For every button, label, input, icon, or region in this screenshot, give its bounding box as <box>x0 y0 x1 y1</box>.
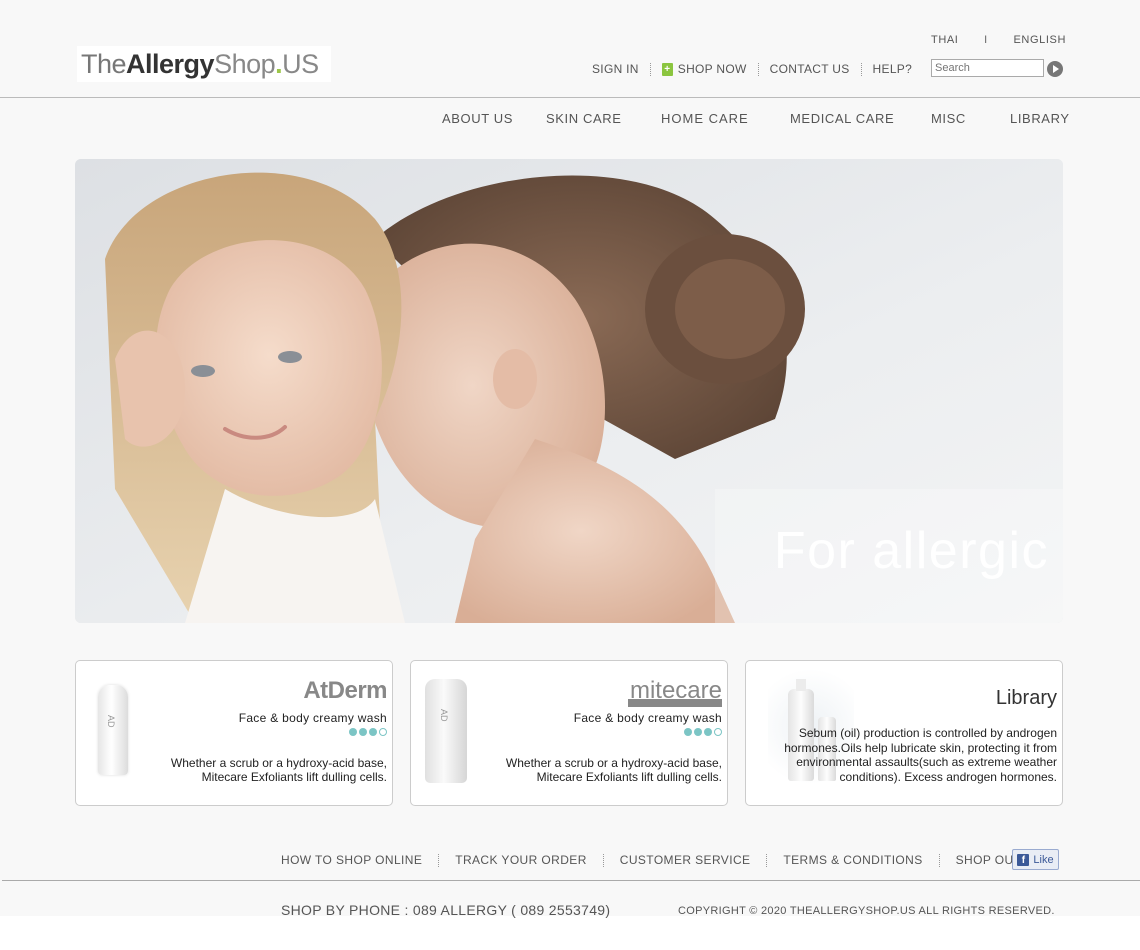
divider <box>766 853 768 867</box>
shopping-bag-icon: + <box>661 62 673 76</box>
facebook-like-button[interactable]: f Like <box>1012 849 1059 870</box>
rating-dots <box>684 728 722 736</box>
rating-dot-filled <box>694 728 702 736</box>
nav-home-care[interactable]: HOME CARE <box>661 111 749 126</box>
lang-english-link[interactable]: ENGLISH <box>1014 34 1067 46</box>
rating-dots <box>349 728 387 736</box>
divider <box>757 62 759 76</box>
nav-skin-care[interactable]: SKIN CARE <box>546 111 621 126</box>
library-description: Sebum (oil) production is controlled by … <box>784 726 1057 784</box>
search-go-icon[interactable] <box>1047 61 1063 77</box>
footer-band <box>0 916 1140 950</box>
help-link[interactable]: HELP? <box>873 62 913 76</box>
logo-text: Allergy <box>126 48 215 79</box>
product-description: Whether a scrub or a hydroxy-acid base, … <box>492 756 722 784</box>
rating-dot-filled <box>684 728 692 736</box>
logo-dot: . <box>275 48 283 79</box>
product-tube-image: AD <box>425 679 467 783</box>
footer-divider <box>2 880 1140 881</box>
library-card[interactable]: Library Sebum (oil) production is contro… <box>745 660 1063 806</box>
footer-how-to-shop-link[interactable]: HOW TO SHOP ONLINE <box>281 853 422 867</box>
footer-terms-link[interactable]: TERMS & CONDITIONS <box>783 853 922 867</box>
desc-line: Mitecare Exfoliants lift dulling cells. <box>536 770 722 784</box>
nav-about-us[interactable]: ABOUT US <box>442 111 513 126</box>
divider <box>649 62 651 76</box>
rating-dot-filled <box>704 728 712 736</box>
divider <box>602 853 604 867</box>
tube-label: AD <box>106 715 116 728</box>
like-label: Like <box>1033 853 1054 866</box>
footer-nav: HOW TO SHOP ONLINE TRACK YOUR ORDER CUST… <box>281 853 1052 867</box>
shop-now-label: SHOP NOW <box>677 62 747 76</box>
brand-sub-banner <box>628 699 722 707</box>
rating-dot-empty <box>714 728 722 736</box>
footer-customer-service-link[interactable]: CUSTOMER SERVICE <box>620 853 751 867</box>
shop-by-phone: SHOP BY PHONE : 089 ALLERGY ( 089 255374… <box>281 902 611 918</box>
product-card-mitecare[interactable]: AD mitecare Face & body creamy wash Whet… <box>410 660 728 806</box>
hero-banner[interactable]: For allergic <box>75 159 1063 623</box>
sign-in-link[interactable]: SIGN IN <box>592 62 639 76</box>
rating-dot-empty <box>379 728 387 736</box>
lang-thai-link[interactable]: THAI <box>931 34 958 46</box>
logo-text: The <box>81 48 127 79</box>
footer-track-order-link[interactable]: TRACK YOUR ORDER <box>455 853 587 867</box>
desc-line: Whether a scrub or a hydroxy-acid base, <box>170 756 387 770</box>
divider <box>938 853 940 867</box>
copyright-text: COPYRIGHT © 2020 THEALLERGYSHOP.US ALL R… <box>678 905 1055 917</box>
search-input[interactable] <box>931 59 1044 77</box>
logo-text: US <box>282 48 319 79</box>
hero-caption: For allergic <box>773 522 1049 580</box>
rating-dot-filled <box>369 728 377 736</box>
tube-label: AD <box>439 709 449 722</box>
product-tube-image: AD <box>98 685 128 775</box>
site-logo[interactable]: The Allergy Shop. US <box>77 46 331 82</box>
facebook-icon: f <box>1017 853 1030 866</box>
rating-dot-filled <box>349 728 357 736</box>
nav-medical-care[interactable]: MEDICAL CARE <box>790 111 894 126</box>
shop-now-link[interactable]: + SHOP NOW <box>661 62 747 76</box>
lang-separator: I <box>984 34 988 46</box>
logo-text: Shop <box>214 48 276 79</box>
nav-library[interactable]: LIBRARY <box>1010 111 1070 126</box>
rating-dot-filled <box>359 728 367 736</box>
product-tagline: Face & body creamy wash <box>573 711 722 725</box>
divider <box>860 62 862 76</box>
divider <box>438 853 440 867</box>
desc-line: Mitecare Exfoliants lift dulling cells. <box>201 770 387 784</box>
product-tagline: Face & body creamy wash <box>238 711 387 725</box>
desc-line: Whether a scrub or a hydroxy-acid base, <box>505 756 722 770</box>
library-title: Library <box>995 687 1057 709</box>
header-divider <box>0 97 1140 98</box>
product-description: Whether a scrub or a hydroxy-acid base, … <box>157 756 387 784</box>
utility-nav: SIGN IN + SHOP NOW CONTACT US HELP? <box>592 62 912 76</box>
nav-misc[interactable]: MISC <box>931 111 966 126</box>
product-card-atderm[interactable]: AD AtDerm Face & body creamy wash Whethe… <box>75 660 393 806</box>
contact-us-link[interactable]: CONTACT US <box>770 62 850 76</box>
language-switcher: THAI I ENGLISH <box>931 34 1066 46</box>
brand-logo: AtDerm <box>303 677 387 704</box>
